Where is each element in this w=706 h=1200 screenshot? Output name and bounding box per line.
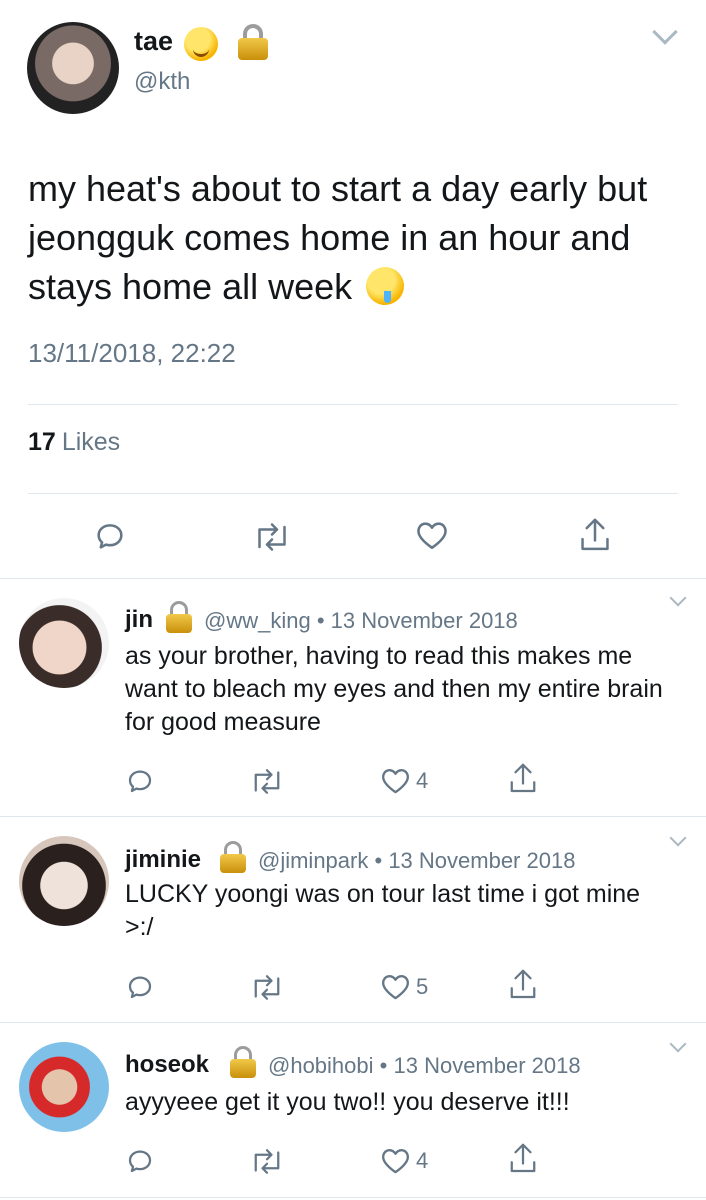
reply-text: as your brother, having to read this mak…: [125, 642, 663, 736]
likes-count: 17: [28, 428, 56, 456]
heart-icon[interactable]: [415, 519, 449, 551]
reply-meta: @jiminpark • 13 November 2018: [258, 848, 575, 874]
like-count: 4: [416, 1148, 429, 1173]
reply-date: 13 November 2018: [330, 608, 518, 633]
reply-icon[interactable]: [125, 766, 155, 796]
main-tweet: tae @kth my heat's about to start a day …: [0, 0, 706, 578]
reply-text: LUCKY yoongi was on tour last time i got…: [125, 880, 641, 941]
retweet-icon[interactable]: [252, 522, 292, 552]
likes-label: Likes: [61, 428, 121, 456]
chevron-down-icon[interactable]: [669, 829, 687, 847]
smiling-emoji-icon: [184, 27, 218, 61]
heart-icon[interactable]: [380, 1146, 411, 1175]
display-name[interactable]: tae: [134, 26, 173, 57]
reply-tweet: jin @ww_king • 13 November 2018 as your …: [0, 578, 706, 816]
reply-icon[interactable]: [93, 519, 127, 553]
meta-separator: •: [374, 848, 383, 873]
reply-icon[interactable]: [125, 972, 155, 1002]
heart-icon[interactable]: [380, 766, 411, 795]
meta-separator: •: [316, 608, 325, 633]
reply-tweet: hoseok @hobihobi • 13 November 2018 ayyy…: [0, 1022, 706, 1200]
meta-separator: •: [379, 1053, 388, 1078]
like-count: 5: [416, 974, 429, 999]
retweet-icon[interactable]: [249, 768, 285, 795]
reply-text: ayyyeee get it you two!! you deserve it!…: [125, 1088, 570, 1116]
drooling-face-emoji-icon: [366, 267, 405, 305]
chevron-down-icon[interactable]: [652, 19, 678, 45]
avatar[interactable]: [27, 22, 119, 114]
divider: [0, 1197, 706, 1198]
lock-icon: [228, 1046, 258, 1078]
display-name[interactable]: jiminie: [125, 846, 201, 874]
reply-tweet: jiminie @jiminpark • 13 November 2018 LU…: [0, 816, 706, 1022]
tweet-text: my heat's about to start a day early but…: [28, 164, 688, 311]
lock-icon: [218, 841, 248, 873]
like-count: 4: [416, 768, 429, 793]
chevron-down-icon[interactable]: [669, 589, 687, 607]
chevron-down-icon[interactable]: [669, 1035, 687, 1053]
retweet-icon[interactable]: [249, 1148, 285, 1175]
display-name[interactable]: hoseok: [125, 1051, 209, 1079]
lock-icon: [164, 601, 194, 633]
handle[interactable]: @jiminpark: [258, 848, 368, 873]
retweet-icon[interactable]: [249, 974, 285, 1001]
reply-date: 13 November 2018: [393, 1053, 581, 1078]
lock-icon: [236, 24, 270, 60]
timestamp: 13/11/2018, 22:22: [28, 338, 236, 368]
divider: [28, 404, 678, 405]
share-icon[interactable]: [508, 968, 538, 1001]
avatar[interactable]: [19, 836, 109, 926]
reply-meta: @hobihobi • 13 November 2018: [268, 1053, 581, 1079]
reply-meta: @ww_king • 13 November 2018: [204, 608, 518, 634]
handle[interactable]: @kth: [134, 68, 190, 96]
share-icon[interactable]: [508, 1142, 538, 1175]
likes-summary[interactable]: 17 Likes: [28, 428, 120, 457]
tweet-text-content: my heat's about to start a day early but…: [28, 168, 648, 307]
avatar[interactable]: [19, 1042, 109, 1132]
share-icon[interactable]: [578, 517, 612, 553]
divider: [28, 493, 678, 494]
share-icon[interactable]: [508, 762, 538, 795]
reply-icon[interactable]: [125, 1146, 155, 1176]
handle[interactable]: @ww_king: [204, 608, 311, 633]
handle[interactable]: @hobihobi: [268, 1053, 374, 1078]
display-name[interactable]: jin: [125, 606, 153, 634]
avatar[interactable]: [19, 598, 109, 688]
heart-icon[interactable]: [380, 972, 411, 1001]
reply-date: 13 November 2018: [388, 848, 576, 873]
